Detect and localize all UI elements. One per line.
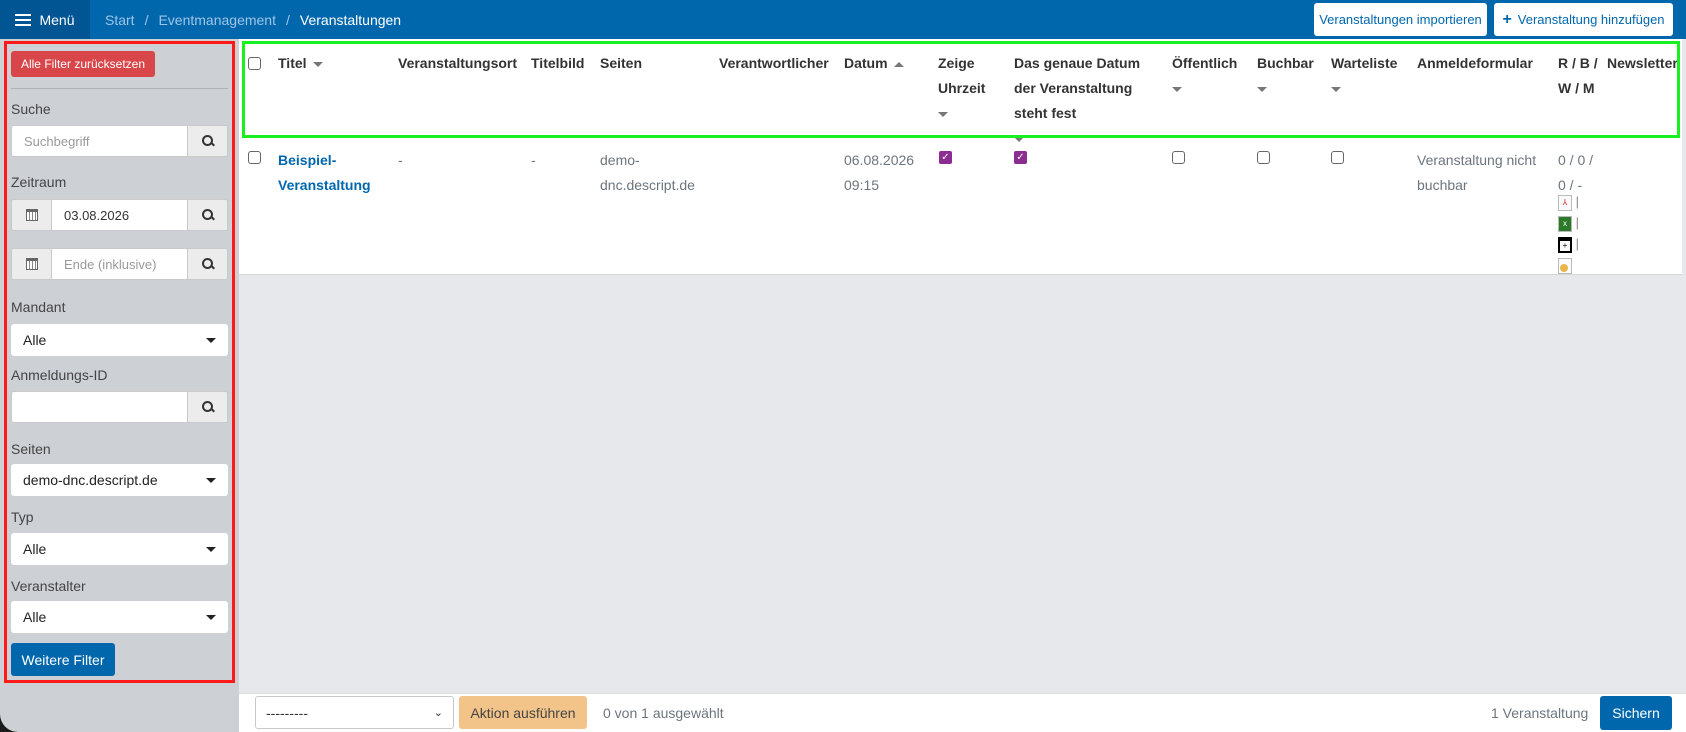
public-checkbox[interactable] bbox=[1172, 151, 1185, 164]
cell-image: - bbox=[531, 148, 536, 173]
action-select-value: --------- bbox=[266, 705, 308, 721]
import-label: Veranstaltungen importieren bbox=[1319, 12, 1482, 27]
menu-button[interactable]: Menü bbox=[0, 0, 90, 39]
header-highlight bbox=[242, 41, 1680, 138]
plus-icon: + bbox=[1502, 11, 1511, 29]
menu-label: Menü bbox=[39, 12, 74, 28]
row-checkbox[interactable] bbox=[248, 151, 261, 164]
selection-count: 0 von 1 ausgewählt bbox=[603, 705, 724, 721]
breadcrumb-separator: / bbox=[145, 12, 149, 28]
breadcrumb-current: Veranstaltungen bbox=[300, 12, 401, 28]
add-label: Veranstaltung hinzufügen bbox=[1518, 12, 1665, 27]
bookable-checkbox[interactable] bbox=[1257, 151, 1270, 164]
cell-pages: demo-dnc.descript.de bbox=[600, 148, 700, 198]
run-action-button[interactable]: Aktion ausführen bbox=[459, 696, 587, 729]
filter-highlight bbox=[4, 41, 235, 683]
pdf-icon[interactable]: ⅄ bbox=[1558, 195, 1572, 211]
breadcrumb-start[interactable]: Start bbox=[105, 12, 135, 28]
waitlist-checkbox[interactable] bbox=[1331, 151, 1344, 164]
bulk-action-bar bbox=[239, 693, 1686, 732]
breadcrumb-separator: / bbox=[286, 12, 290, 28]
cell-location: - bbox=[398, 148, 403, 173]
cell-form: Veranstaltung nicht buchbar bbox=[1417, 148, 1547, 198]
excel-icon[interactable]: x bbox=[1558, 216, 1572, 232]
event-count: 1 Veranstaltung bbox=[1491, 705, 1588, 721]
hamburger-icon bbox=[15, 14, 31, 26]
breadcrumb-eventmanagement[interactable]: Eventmanagement bbox=[158, 12, 276, 28]
chevron-down-icon: ⌄ bbox=[434, 706, 443, 719]
save-button[interactable]: Sichern bbox=[1600, 696, 1672, 730]
breadcrumb: Start / Eventmanagement / Veranstaltungen bbox=[105, 0, 401, 39]
add-event-button[interactable]: + Veranstaltung hinzufügen bbox=[1494, 3, 1673, 36]
certificate-icon[interactable] bbox=[1558, 258, 1572, 274]
date-fixed-checkbox[interactable]: ✓ bbox=[1014, 151, 1027, 164]
action-select[interactable]: --------- ⌄ bbox=[255, 696, 454, 729]
show-time-checkbox[interactable]: ✓ bbox=[939, 151, 952, 164]
calendar-add-icon[interactable]: + bbox=[1558, 237, 1572, 253]
event-title-link[interactable]: Beispiel-Veranstaltung bbox=[278, 148, 378, 198]
cell-date: 06.08.2026 09:15 bbox=[844, 148, 924, 198]
export-icons: ⅄ | x | + | bbox=[1558, 191, 1579, 275]
import-events-button[interactable]: Veranstaltungen importieren bbox=[1314, 3, 1487, 36]
